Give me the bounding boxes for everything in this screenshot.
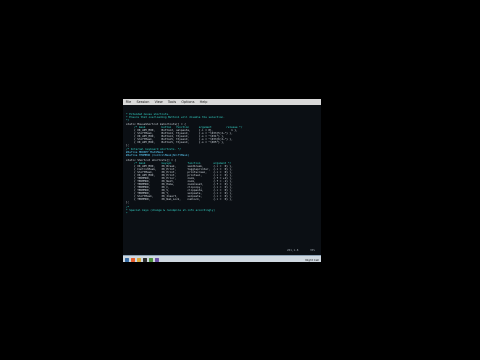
app-icon[interactable] [155, 257, 159, 262]
editor-icon[interactable] [149, 257, 153, 262]
code-line: { XK_ANY_MOD, Button5, ttysend, {.s = "\… [134, 140, 225, 144]
taskbar-clock[interactable]: Night Cell [305, 258, 319, 262]
menu-help[interactable]: Help [197, 99, 210, 105]
code-line: }; [126, 200, 130, 204]
menu-options[interactable]: Options [179, 99, 197, 105]
terminal-window: File Session View Tools Options Help * E… [123, 99, 321, 262]
code-line: { TERMMOD, XK_Num_Lock, numlock, {.i = 0… [134, 197, 233, 201]
code-line: * Special keys (change & recompile st.in… [126, 208, 215, 212]
menu-view[interactable]: View [152, 99, 165, 105]
menu-file[interactable]: File [123, 99, 134, 105]
cursor-position: 201,1-8 [287, 248, 299, 252]
browser-icon[interactable] [131, 257, 135, 262]
files-icon[interactable] [137, 257, 141, 262]
code-line: * [126, 211, 128, 215]
editor-status-line: 201,1-8 35% [124, 248, 320, 252]
code-line: * Ensure that overloading Button1 will d… [126, 115, 225, 119]
menu-bar: File Session View Tools Options Help [123, 99, 321, 105]
menu-tools[interactable]: Tools [165, 99, 179, 105]
code-line: #define TERMMOD (ControlMask|ShiftMask) [126, 153, 190, 157]
menu-session[interactable]: Session [134, 99, 152, 105]
terminal-icon[interactable] [143, 257, 147, 262]
taskbar: Night Cell [123, 255, 321, 262]
scroll-percent: 35% [310, 248, 315, 252]
editor-text-area[interactable]: * Extended mouse shortcuts. * Ensure that… [124, 107, 320, 253]
menu-icon[interactable] [125, 257, 129, 262]
